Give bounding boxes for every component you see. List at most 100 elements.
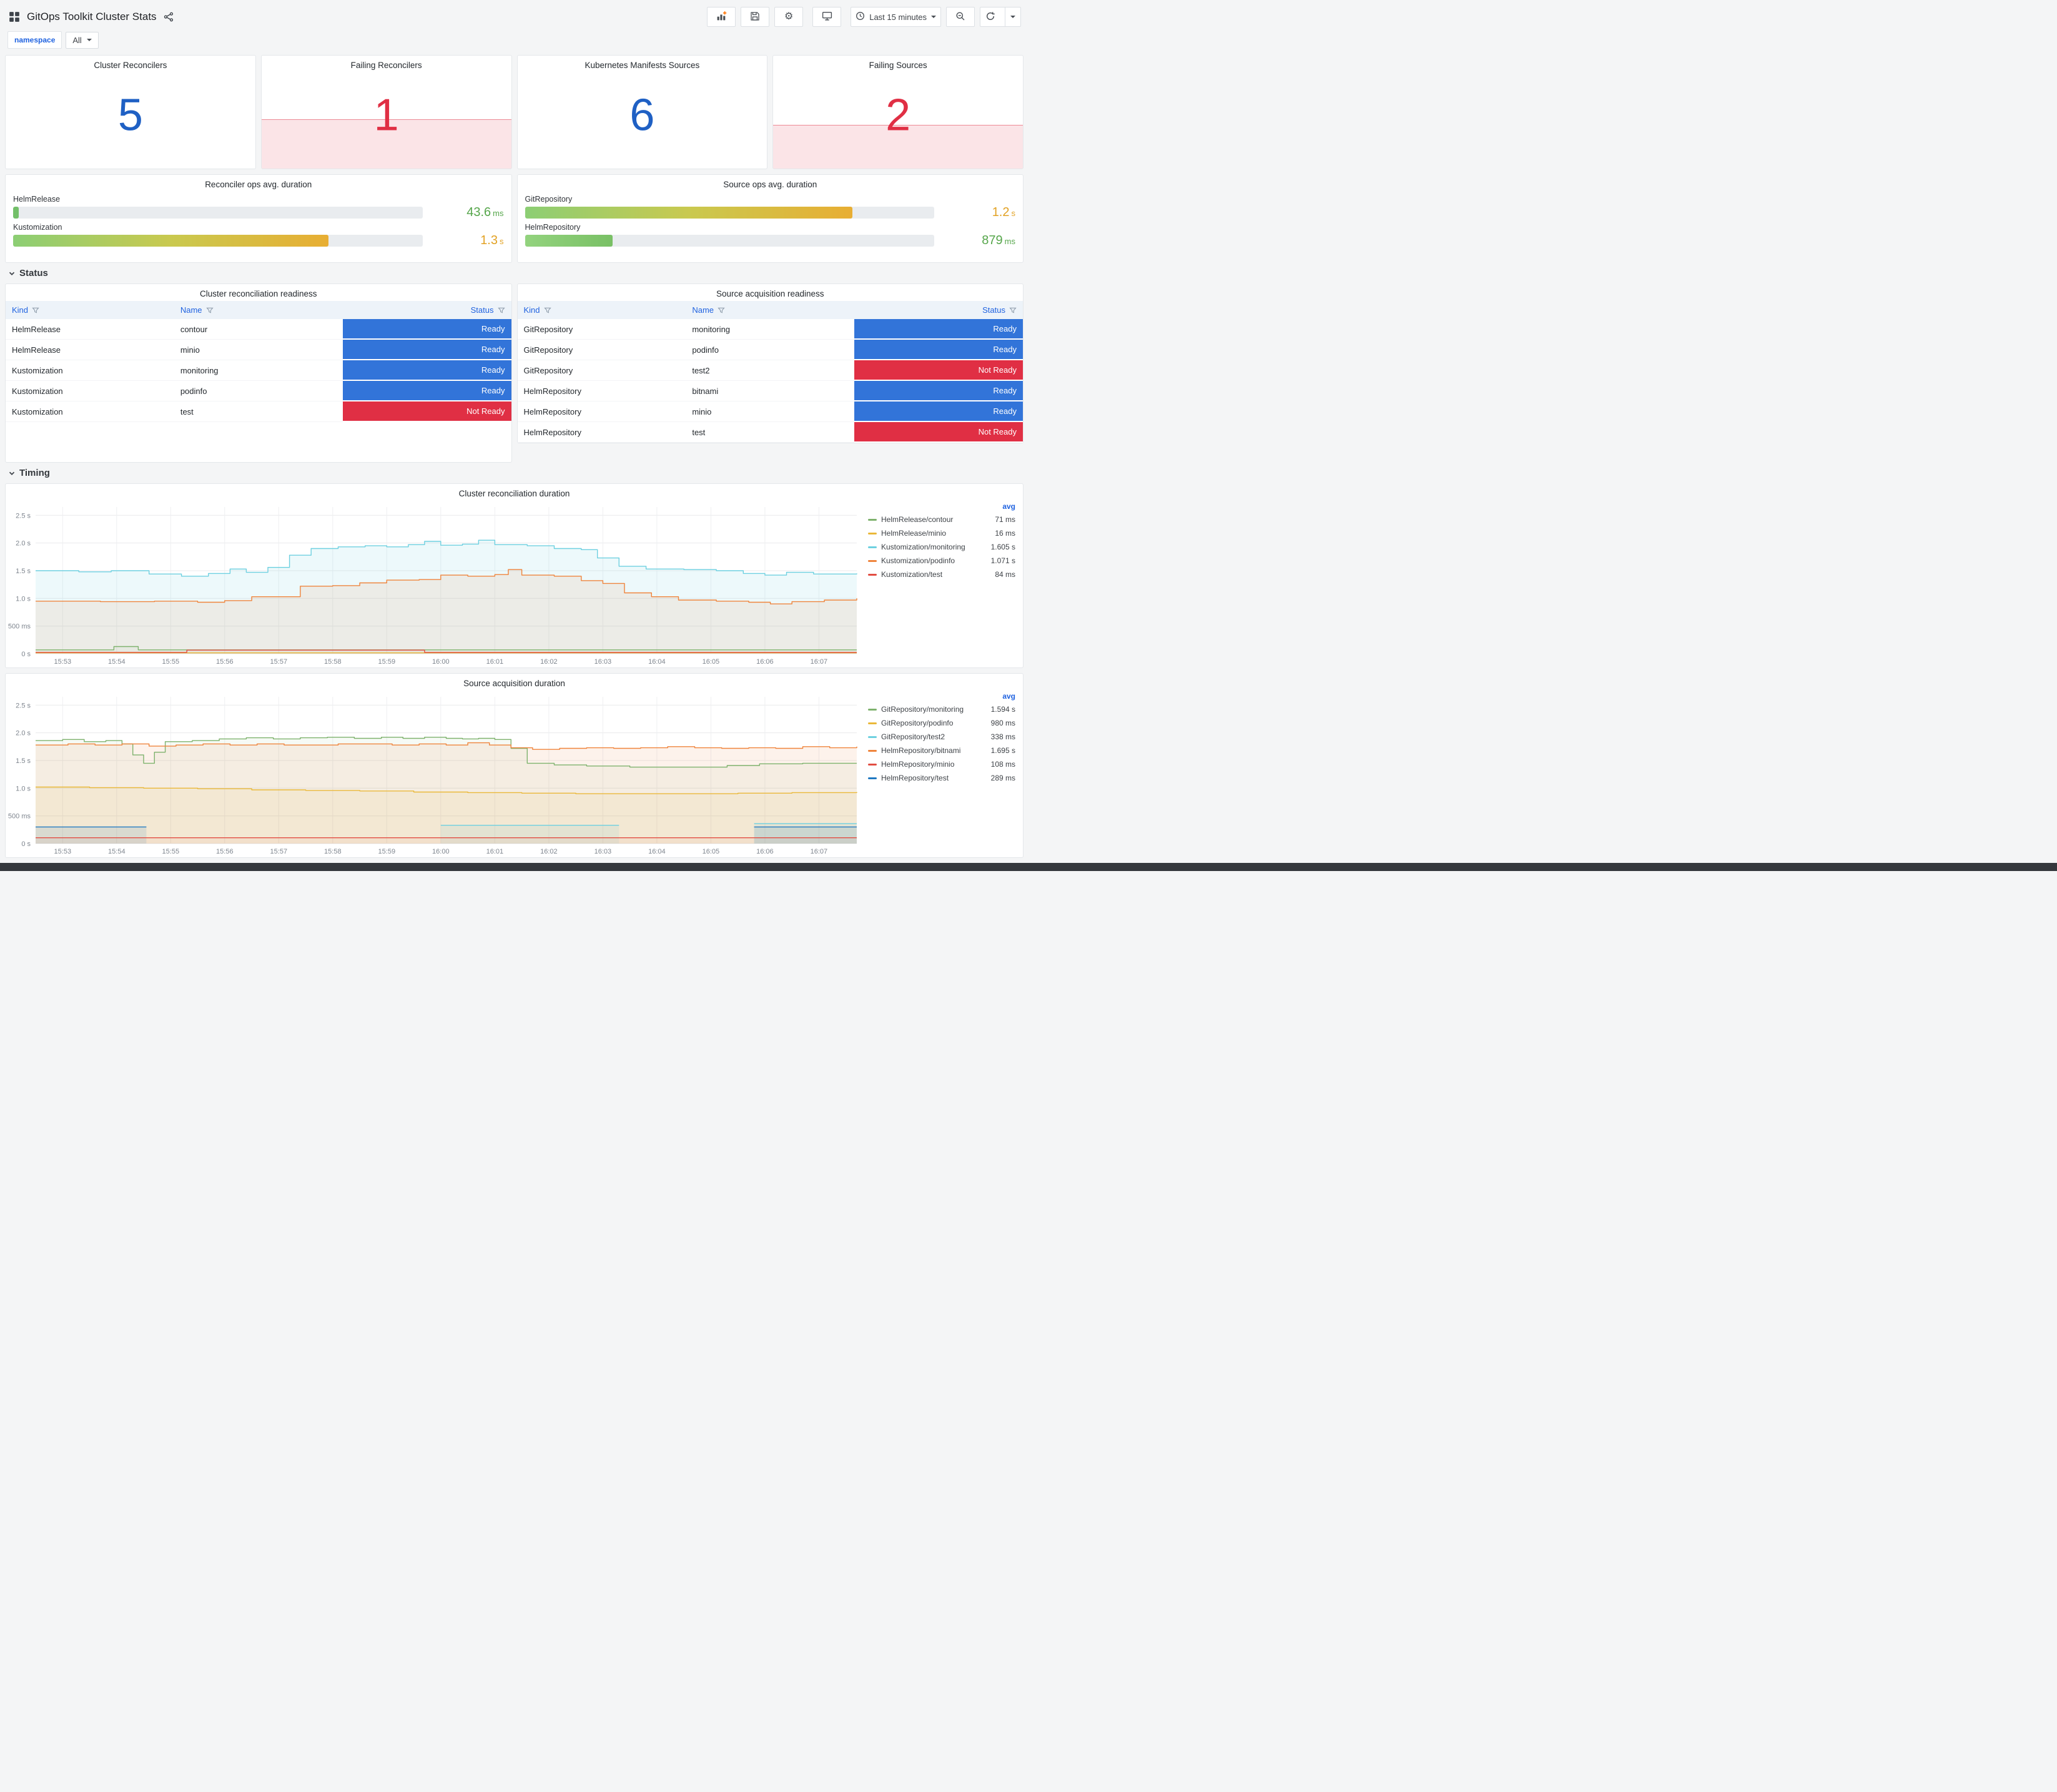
cluster-readiness-table-panel: Cluster reconciliation readiness Kind Nam… [5,283,512,463]
tv-mode-button[interactable] [812,7,842,27]
legend-item-helmrelease-contour[interactable]: HelmRelease/contour 71 ms [868,513,1015,526]
panel-title[interactable]: Source acquisition readiness [518,284,1024,301]
series-color-dash [868,777,877,779]
zoom-out-button[interactable] [946,7,975,27]
caret-down-icon [86,39,92,41]
svg-text:15:58: 15:58 [324,848,342,855]
svg-text:16:05: 16:05 [703,658,720,666]
panel-title[interactable]: Failing Sources [773,56,1023,72]
source-readiness-table: Kind Name Status GitRepository monitoring … [517,301,1023,443]
cluster-duration-plot[interactable]: 0 s 500 ms 1.0 s 1.5 s 2.0 s 2.5 s 15:53 15:54 1… [6,501,866,667]
cell-status: Not Ready [854,360,1023,381]
legend-item-kustomization-monitoring[interactable]: Kustomization/monitoring 1.605 s [868,540,1015,554]
svg-text:15:57: 15:57 [270,658,288,666]
series-name: HelmRepository/minio [881,760,955,769]
chart-legend: avg GitRepository/monitoring 1.594 s Git… [866,691,1023,857]
time-range-picker[interactable]: Last 15 minutes [851,7,941,27]
column-header-status[interactable]: Status [343,301,511,319]
svg-text:16:07: 16:07 [811,848,828,855]
column-header-name[interactable]: Name [686,301,854,319]
cell-name: bitnami [686,381,855,401]
legend-item-helmrepository-minio[interactable]: HelmRepository/minio 108 ms [868,757,1015,771]
dashboard-settings-button[interactable]: ⚙ [774,7,804,27]
series-name: HelmRepository/bitnami [881,746,961,755]
legend-item-kustomization-test[interactable]: Kustomization/test 84 ms [868,568,1015,581]
svg-text:0 s: 0 s [21,651,31,658]
series-color-dash [868,518,877,521]
svg-text:1.0 s: 1.0 s [16,785,31,792]
cell-kind: HelmRepository [517,422,686,443]
series-name: GitRepository/test2 [881,732,945,741]
variable-value-dropdown[interactable]: All [66,31,99,49]
svg-text:15:55: 15:55 [162,848,180,855]
svg-text:16:05: 16:05 [703,848,720,855]
series-color-dash [868,532,877,534]
cell-kind: HelmRelease [6,319,174,340]
add-panel-button[interactable] [707,7,736,27]
series-avg-value: 1.594 s [990,705,1015,714]
table-row: HelmRepository test Not Ready [517,422,1023,443]
panel-title[interactable]: Cluster reconciliation duration [6,484,1023,501]
legend-item-helmrepository-bitnami[interactable]: HelmRepository/bitnami 1.695 s [868,744,1015,757]
series-avg-value: 16 ms [995,529,1015,538]
chart-legend: avg HelmRelease/contour 71 ms HelmReleas… [866,501,1023,667]
app-header: GitOps Toolkit Cluster Stats ⚙ Last 15 m… [5,4,1024,30]
panel-title[interactable]: Kubernetes Manifests Sources [518,56,767,72]
filter-icon [497,307,505,313]
svg-text:15:53: 15:53 [54,658,72,666]
gauge-label: HelmRelease [13,195,61,204]
save-dashboard-button[interactable] [741,7,770,27]
source-duration-plot[interactable]: 0 s 500 ms 1.0 s 1.5 s 2.0 s 2.5 s 15:53 15:54 1… [6,691,866,857]
panel-title[interactable]: Failing Reconcilers [262,56,511,72]
panel-title[interactable]: Cluster reconciliation readiness [6,284,511,301]
column-header-name[interactable]: Name [174,301,343,319]
svg-text:15:58: 15:58 [324,658,342,666]
dashboard-title: GitOps Toolkit Cluster Stats [27,11,157,22]
panel-title[interactable]: Source acquisition duration [6,674,1023,691]
legend-avg-header[interactable]: avg [868,501,1015,513]
legend-item-gitrepository-podinfo[interactable]: GitRepository/podinfo 980 ms [868,716,1015,730]
legend-item-gitrepository-test2[interactable]: GitRepository/test2 338 ms [868,730,1015,744]
panel-title[interactable]: Cluster Reconcilers [6,56,255,72]
section-header-timing[interactable]: Timing [7,468,1021,478]
refresh-button-group [980,7,1021,27]
svg-text:16:00: 16:00 [432,658,450,666]
tables-row: Cluster reconciliation readiness Kind Nam… [5,283,1024,463]
series-color-dash [868,722,877,724]
svg-text:15:59: 15:59 [378,658,396,666]
column-header-status[interactable]: Status [854,301,1023,319]
dashboard-grid-icon[interactable] [7,10,21,24]
gauge-panel-source-ops-avg-duration: Source ops avg. duration GitRepository 1… [516,174,1024,263]
svg-text:1.5 s: 1.5 s [16,568,31,575]
series-name: GitRepository/monitoring [881,705,964,714]
section-header-status[interactable]: Status [7,268,1021,278]
chevron-down-icon [9,471,15,475]
gauge-fill [13,235,328,247]
cluster-duration-chart-panel: Cluster reconciliation duration 0 s 500 m… [5,483,1024,668]
table-row: Kustomization podinfo Ready [6,381,511,401]
column-header-kind[interactable]: Kind [518,301,686,319]
refresh-interval-dropdown[interactable] [1005,7,1020,26]
share-icon[interactable] [162,11,175,23]
legend-avg-header[interactable]: avg [868,691,1015,702]
svg-text:16:00: 16:00 [432,848,450,855]
legend-item-helmrepository-test[interactable]: HelmRepository/test 289 ms [868,771,1015,785]
refresh-button[interactable] [980,7,1000,26]
stats-row: Cluster Reconcilers 5 Failing Reconcilers 1… [5,55,1024,169]
svg-text:2.0 s: 2.0 s [16,540,31,548]
series-avg-value: 84 ms [995,570,1015,579]
template-variables-row: namespace All [7,31,1021,49]
column-header-kind[interactable]: Kind [6,301,174,319]
gauge-value: 43.6 ms [466,205,504,219]
svg-text:15:56: 15:56 [216,658,234,666]
series-color-dash [868,736,877,738]
variable-label-namespace[interactable]: namespace [7,31,62,49]
panel-title[interactable]: Reconciler ops avg. duration [6,175,511,192]
legend-item-kustomization-podinfo[interactable]: Kustomization/podinfo 1.071 s [868,554,1015,568]
cell-status: Ready [342,319,511,340]
svg-text:500 ms: 500 ms [8,623,31,631]
panel-title[interactable]: Source ops avg. duration [518,175,1024,192]
gauge-label: GitRepository [525,195,573,204]
legend-item-helmrelease-minio[interactable]: HelmRelease/minio 16 ms [868,526,1015,540]
legend-item-gitrepository-monitoring[interactable]: GitRepository/monitoring 1.594 s [868,702,1015,716]
